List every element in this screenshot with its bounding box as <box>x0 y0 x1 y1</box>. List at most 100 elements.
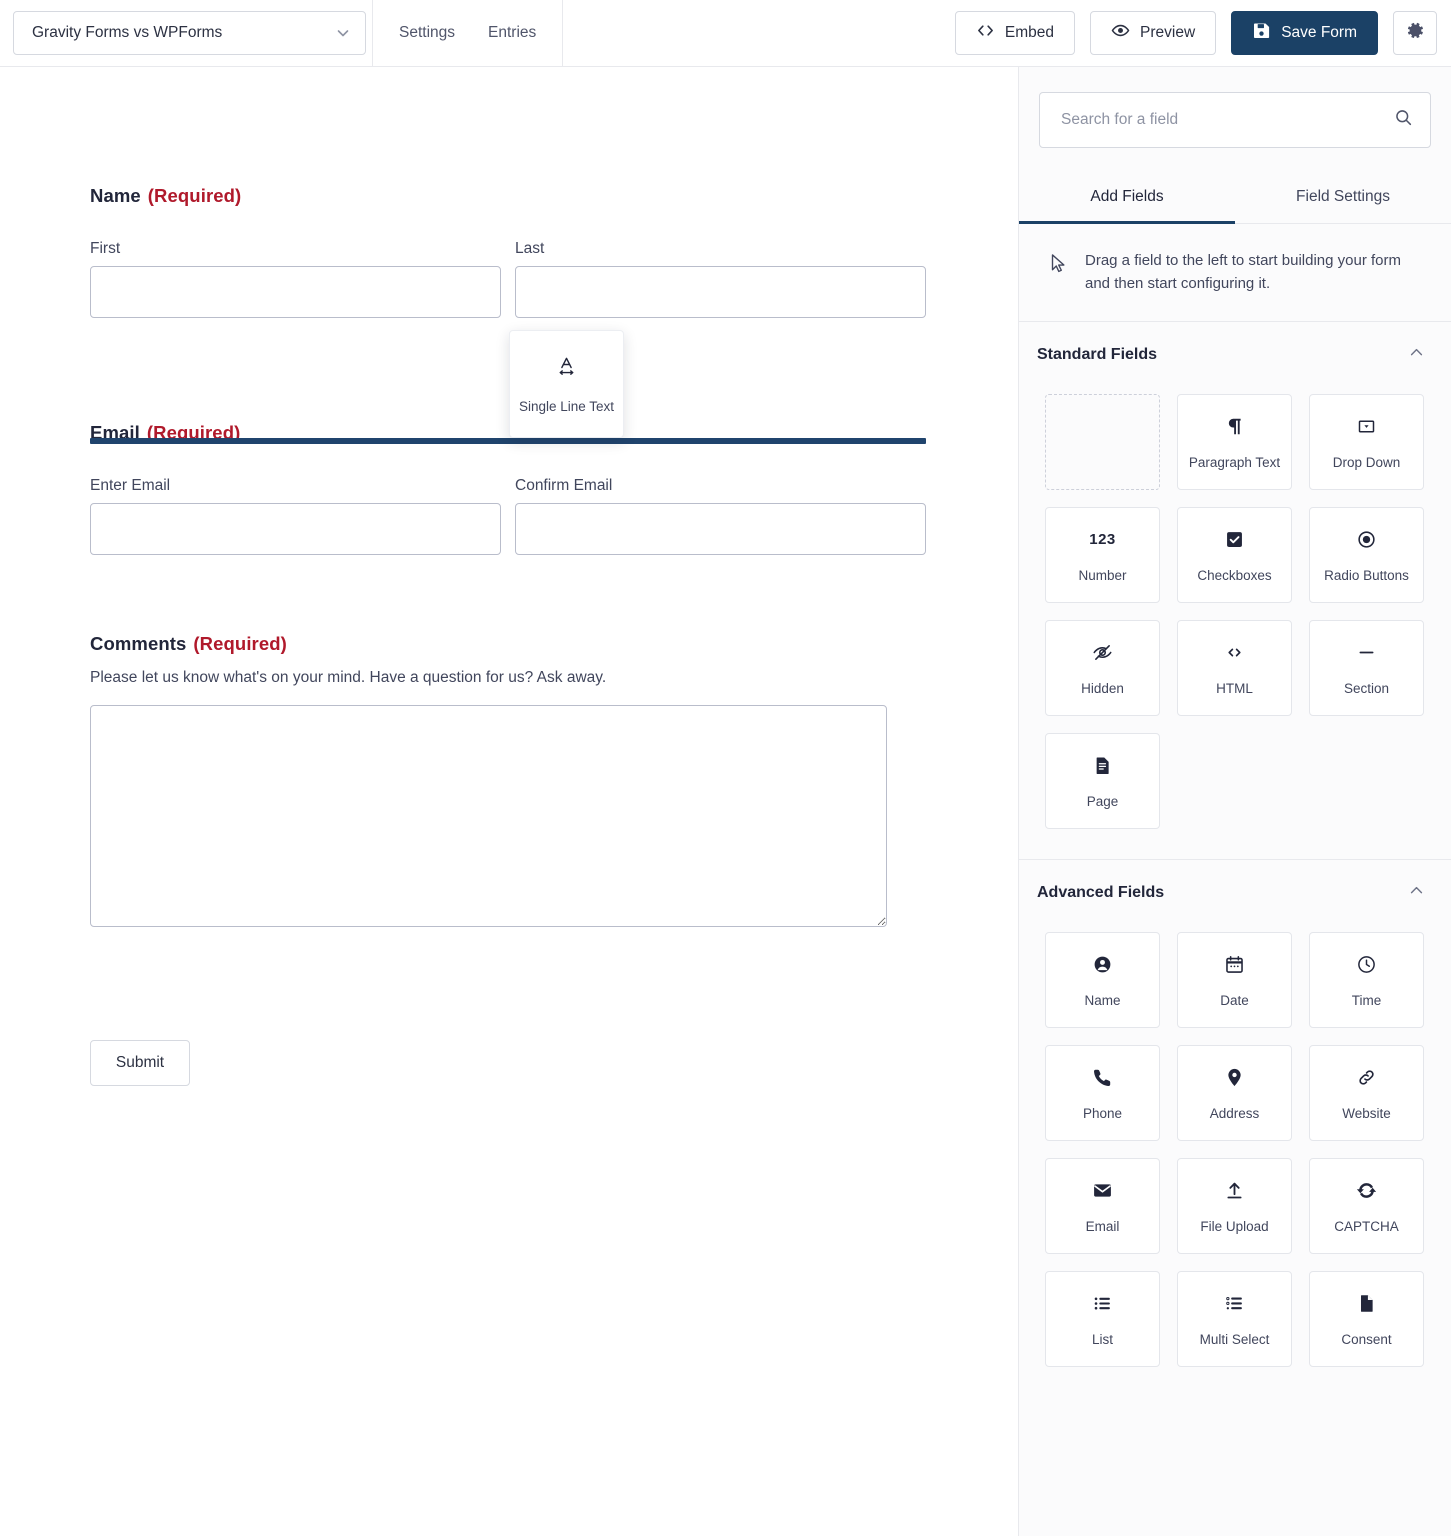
form-canvas[interactable]: Name (Required) First Last Email (Required… <box>0 67 1018 1536</box>
field-card-page[interactable]: Page <box>1045 733 1160 829</box>
field-card-website[interactable]: Website <box>1309 1045 1424 1141</box>
advanced-fields-grid: Name Date Time Phone Address Website Ema… <box>1019 926 1451 1397</box>
form-selector-dropdown[interactable]: Gravity Forms vs WPForms <box>13 11 366 55</box>
eye-icon <box>1111 21 1130 45</box>
field-card-label: Page <box>1086 793 1119 809</box>
chevron-up-icon[interactable] <box>1408 344 1425 366</box>
section-title: Advanced Fields <box>1037 884 1165 901</box>
header-divider-right <box>562 0 564 67</box>
upload-arrow-icon <box>1224 1179 1245 1203</box>
save-form-button[interactable]: Save Form <box>1231 11 1378 55</box>
field-card-label: Radio Buttons <box>1324 567 1409 583</box>
header-nav: Settings Entries <box>373 0 562 67</box>
text-width-icon <box>555 355 578 383</box>
document-page-icon <box>1356 1292 1377 1316</box>
drag-hint-banner: Drag a field to the left to start buildi… <box>1019 224 1451 322</box>
chevron-up-icon[interactable] <box>1408 882 1425 904</box>
comments-textarea[interactable] <box>90 705 887 927</box>
radio-selected-icon <box>1356 528 1377 552</box>
required-badge: (Required) <box>193 633 287 654</box>
field-card-label: Checkboxes <box>1197 567 1272 583</box>
embed-button[interactable]: Embed <box>954 11 1076 55</box>
field-card-email[interactable]: Email <box>1045 1158 1160 1254</box>
first-name-input[interactable] <box>90 266 501 318</box>
submit-button[interactable]: Submit <box>90 1040 190 1086</box>
field-card-label: Multi Select <box>1199 1331 1270 1347</box>
number-123-icon: 123 <box>1089 531 1116 548</box>
preview-button[interactable]: Preview <box>1090 11 1217 55</box>
field-card-time[interactable]: Time <box>1309 932 1424 1028</box>
drop-position-indicator <box>90 438 926 444</box>
nav-entries[interactable]: Entries <box>488 24 536 42</box>
field-card-captcha[interactable]: CAPTCHA <box>1309 1158 1424 1254</box>
confirm-email-input[interactable] <box>515 503 926 555</box>
field-card-section[interactable]: Section <box>1309 620 1424 716</box>
field-card-placeholder-single-line-text <box>1045 394 1160 490</box>
form-settings-button[interactable] <box>1393 11 1437 55</box>
field-card-address[interactable]: Address <box>1177 1045 1292 1141</box>
floppy-disk-icon <box>1252 21 1271 45</box>
search-icon[interactable] <box>1394 108 1413 132</box>
field-card-label: Name <box>1084 992 1121 1008</box>
last-name-input[interactable] <box>515 266 926 318</box>
pilcrow-icon <box>1224 415 1245 439</box>
form-field-name[interactable]: Name (Required) First Last <box>90 185 926 318</box>
chevron-down-icon <box>335 25 351 41</box>
field-label-text: Comments <box>90 633 187 654</box>
name-last-group: Last <box>515 240 926 318</box>
dragging-field-card[interactable]: Single Line Text <box>509 330 624 438</box>
form-fields-area: Name (Required) First Last Email (Required… <box>90 67 926 1086</box>
field-card-label: Paragraph Text <box>1188 454 1281 470</box>
required-badge: (Required) <box>147 185 242 206</box>
name-first-group: First <box>90 240 501 318</box>
field-card-multi-select[interactable]: Multi Select <box>1177 1271 1292 1367</box>
field-card-label: HTML <box>1216 680 1253 696</box>
field-card-html[interactable]: HTML <box>1177 620 1292 716</box>
field-card-label: File Upload <box>1200 1218 1269 1234</box>
phone-icon <box>1092 1066 1113 1090</box>
field-card-label: Email <box>1085 1218 1120 1234</box>
field-label-text: Name <box>90 185 141 206</box>
field-card-checkboxes[interactable]: Checkboxes <box>1177 507 1292 603</box>
email-confirm-group: Confirm Email <box>515 477 926 555</box>
section-standard-fields-header[interactable]: Standard Fields <box>1019 322 1451 388</box>
field-card-paragraph-text[interactable]: Paragraph Text <box>1177 394 1292 490</box>
field-card-label: List <box>1091 1331 1113 1347</box>
field-card-phone[interactable]: Phone <box>1045 1045 1160 1141</box>
field-card-name[interactable]: Name <box>1045 932 1160 1028</box>
field-card-list[interactable]: List <box>1045 1271 1160 1367</box>
field-card-file-upload[interactable]: File Upload <box>1177 1158 1292 1254</box>
field-search-box[interactable] <box>1039 92 1431 148</box>
field-card-hidden[interactable]: Hidden <box>1045 620 1160 716</box>
form-field-comments[interactable]: Comments (Required) Please let us know wh… <box>90 633 926 932</box>
code-icon <box>976 21 995 45</box>
dropdown-box-icon <box>1356 415 1377 439</box>
refresh-captcha-icon <box>1356 1179 1377 1203</box>
field-card-radio-buttons[interactable]: Radio Buttons <box>1309 507 1424 603</box>
field-card-label: Consent <box>1341 1331 1392 1347</box>
tab-field-settings[interactable]: Field Settings <box>1235 176 1451 224</box>
nav-settings[interactable]: Settings <box>399 24 455 42</box>
envelope-icon <box>1092 1179 1113 1203</box>
field-card-consent[interactable]: Consent <box>1309 1271 1424 1367</box>
field-card-label: Date <box>1220 992 1249 1008</box>
multi-select-icon <box>1224 1292 1245 1316</box>
section-advanced-fields-header[interactable]: Advanced Fields <box>1019 860 1451 926</box>
enter-email-input[interactable] <box>90 503 501 555</box>
clock-icon <box>1356 953 1377 977</box>
list-bullet-icon <box>1092 1292 1113 1316</box>
form-selector-title: Gravity Forms vs WPForms <box>32 24 223 41</box>
field-card-date[interactable]: Date <box>1177 932 1292 1028</box>
field-label-comments: Comments (Required) <box>90 633 926 655</box>
sidebar-tabs: Add Fields Field Settings <box>1019 176 1451 224</box>
field-card-number[interactable]: 123 Number <box>1045 507 1160 603</box>
drag-hint-text: Drag a field to the left to start buildi… <box>1085 252 1401 292</box>
field-card-label: CAPTCHA <box>1334 1218 1399 1234</box>
tab-add-fields[interactable]: Add Fields <box>1019 176 1235 224</box>
calendar-icon <box>1224 953 1245 977</box>
field-card-drop-down[interactable]: Drop Down <box>1309 394 1424 490</box>
sublabel-first: First <box>90 240 121 257</box>
section-title: Standard Fields <box>1037 346 1158 363</box>
search-input[interactable] <box>1059 110 1394 130</box>
sublabel-enter-email: Enter Email <box>90 477 171 494</box>
